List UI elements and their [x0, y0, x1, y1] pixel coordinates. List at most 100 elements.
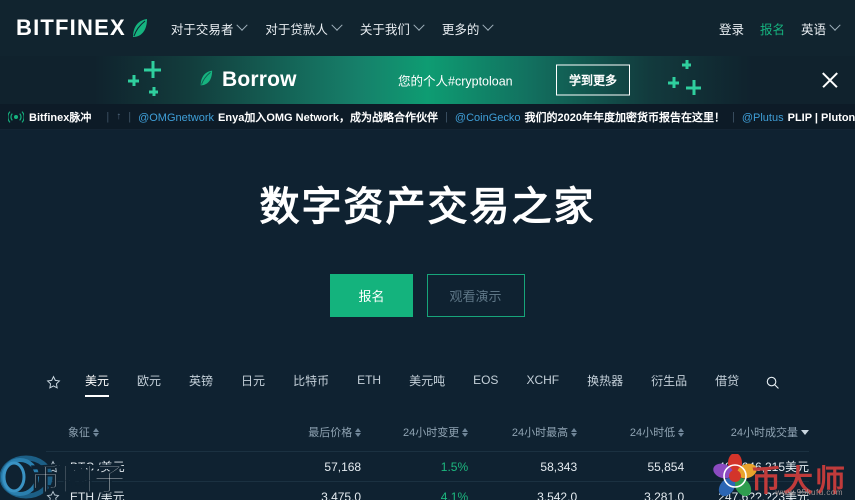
- logo-text: BITFINEX: [16, 15, 126, 40]
- hero-section: 数字资产交易之家 报名 观看演示: [0, 130, 855, 365]
- nav-item-for-traders[interactable]: 对于交易者: [170, 19, 249, 38]
- column-header-label: 最后价格: [308, 427, 353, 439]
- table-row[interactable]: ETH /美元 3,475.0 4.1% 3,542.0 3,281.0 247…: [46, 481, 809, 500]
- sort-desc-icon: [800, 429, 809, 435]
- promo-banner: Borrow 您的个人#cryptoloan 学到更多: [0, 56, 855, 104]
- hero-title: 数字资产交易之家: [259, 185, 596, 229]
- plus-decoration-icon: [686, 80, 701, 95]
- ticker-handle: @OMGnetwork: [138, 111, 215, 124]
- chevron-down-icon: [413, 19, 425, 31]
- ticker-handle: @Plutus: [741, 111, 784, 124]
- column-header-24h-low[interactable]: 24小时低: [577, 424, 685, 440]
- signup-button[interactable]: 报名: [760, 19, 785, 38]
- plus-decoration-icon: [144, 61, 161, 78]
- tab-eth[interactable]: ETH: [343, 369, 395, 395]
- cell-24h-volume: 480,646,215美元: [718, 460, 809, 474]
- cell-24h-volume: 247,6??,?23美元: [718, 490, 809, 500]
- nav-item-about-us[interactable]: 关于我们: [359, 19, 425, 38]
- column-header-label: 24小时低: [629, 427, 676, 439]
- ticker-divider: |: [106, 110, 110, 123]
- ticker-item[interactable]: @OMGnetwork Enya加入OMG Network，成为战略合作伙伴: [138, 109, 438, 125]
- chevron-down-icon: [482, 19, 495, 31]
- tab-xchf[interactable]: XCHF: [512, 369, 573, 395]
- promo-brand-text: Borrow: [222, 68, 297, 91]
- site-header: BITFINEX 对于交易者 对于贷款人 关于我们 更多的 登录 报名 英语: [0, 0, 855, 56]
- leaf-icon: [130, 17, 149, 39]
- tab-jpy[interactable]: 日元: [227, 368, 279, 397]
- column-header-label: 24小时成交量: [730, 427, 798, 439]
- star-outline-icon[interactable]: [46, 459, 60, 474]
- nav-item-label: 关于我们: [359, 22, 410, 37]
- leaf-icon: [198, 69, 217, 91]
- hero-watch-demo-button[interactable]: 观看演示: [426, 274, 525, 317]
- column-header-last-price[interactable]: 最后价格: [244, 424, 362, 440]
- close-icon[interactable]: [819, 69, 841, 91]
- ticker-text: PLIP | Pluton流动: [787, 111, 855, 124]
- broadcast-icon: [7, 110, 25, 124]
- cell-symbol: BTC /美元: [46, 458, 244, 475]
- tab-lending[interactable]: 借贷: [701, 368, 753, 397]
- nav-item-more[interactable]: 更多的: [442, 19, 495, 38]
- symbol-label: BTC /美元: [70, 460, 125, 474]
- cell-24h-low: 55,854: [647, 459, 685, 474]
- cell-last-price: 57,168: [324, 459, 362, 474]
- cell-24h-high: 58,343: [540, 459, 578, 474]
- ticker-arrow-icon: ↑: [116, 111, 122, 122]
- cell-24h-change: 4.1%: [440, 489, 469, 500]
- favorites-tab-star-icon[interactable]: [46, 374, 71, 390]
- tab-exchanger[interactable]: 换热器: [573, 368, 637, 397]
- column-header-symbol[interactable]: 象征: [46, 424, 244, 440]
- column-header-24h-change[interactable]: 24小时变更: [361, 424, 469, 440]
- ticker-divider: |: [732, 110, 735, 123]
- star-outline-icon[interactable]: [46, 489, 60, 500]
- chevron-down-icon: [236, 19, 249, 31]
- hero-actions: 报名 观看演示: [330, 274, 525, 317]
- plus-decoration-icon: [128, 75, 139, 86]
- tab-usd[interactable]: 美元: [71, 368, 123, 397]
- hero-signup-button[interactable]: 报名: [330, 274, 413, 317]
- nav-item-label: 对于交易者: [170, 22, 234, 37]
- news-ticker[interactable]: Bitfinex脉冲 | ↑ | @OMGnetwork Enya加入OMG N…: [0, 104, 855, 130]
- market-table-header: 象征 最后价格 24小时变更 24小时最高 24小时低 24小时成交量: [46, 413, 809, 451]
- column-header-label: 24小时变更: [402, 427, 460, 439]
- cell-24h-change: 1.5%: [440, 459, 469, 474]
- login-button[interactable]: 登录: [719, 19, 744, 38]
- plus-decoration-icon: [682, 60, 691, 69]
- nav-item-for-lenders[interactable]: 对于贷款人: [265, 19, 343, 38]
- tab-btc[interactable]: 比特币: [279, 368, 343, 397]
- plus-decoration-icon: [149, 87, 158, 96]
- ticker-pulse-label: Bitfinex脉冲: [29, 111, 92, 124]
- tab-eur[interactable]: 欧元: [123, 368, 175, 397]
- tab-derivative[interactable]: 衍生品: [637, 368, 701, 397]
- cell-last-price: 3,475.0: [321, 489, 362, 500]
- tab-gbp[interactable]: 英镑: [175, 368, 227, 397]
- tab-usdt[interactable]: 美元吨: [395, 368, 459, 397]
- learn-more-button[interactable]: 学到更多: [556, 64, 631, 96]
- symbol-label: ETH /美元: [70, 490, 125, 500]
- chevron-down-icon: [829, 19, 841, 31]
- sort-icon: [93, 427, 99, 437]
- search-icon[interactable]: [753, 375, 780, 390]
- promo-brand: Borrow: [198, 68, 297, 92]
- language-label: 英语: [800, 22, 826, 37]
- ticker-handle: @CoinGecko: [454, 111, 521, 124]
- ticker-text: Enya加入OMG Network，成为战略合作伙伴: [218, 111, 439, 124]
- plus-decoration-icon: [668, 77, 679, 88]
- ticker-divider: |: [128, 110, 132, 123]
- main-nav: 对于交易者 对于贷款人 关于我们 更多的: [170, 19, 495, 38]
- column-header-24h-volume[interactable]: 24小时成交量: [684, 424, 809, 440]
- tab-eos[interactable]: EOS: [459, 369, 512, 395]
- cell-24h-low: 3,281.0: [644, 489, 685, 500]
- ticker-item[interactable]: @Plutus PLIP | Pluton流动: [742, 109, 855, 125]
- table-row[interactable]: BTC /美元 57,168 1.5% 58,343 55,854 480,64…: [46, 451, 809, 481]
- cell-symbol: ETH /美元: [46, 488, 244, 500]
- logo[interactable]: BITFINEX: [16, 15, 149, 41]
- ticker-divider: |: [445, 110, 448, 123]
- ticker-item[interactable]: @CoinGecko 我们的2020年年度加密货币报告在这里！: [455, 109, 725, 125]
- page-root: BITFINEX 对于交易者 对于贷款人 关于我们 更多的 登录 报名 英语 B…: [0, 0, 855, 500]
- language-selector[interactable]: 英语: [800, 19, 841, 38]
- column-header-24h-high[interactable]: 24小时最高: [468, 424, 578, 440]
- header-actions: 登录 报名 英语: [719, 19, 841, 38]
- promo-tagline: 您的个人#cryptoloan: [398, 74, 513, 89]
- ticker-text: 我们的2020年年度加密货币报告在这里！: [524, 111, 725, 124]
